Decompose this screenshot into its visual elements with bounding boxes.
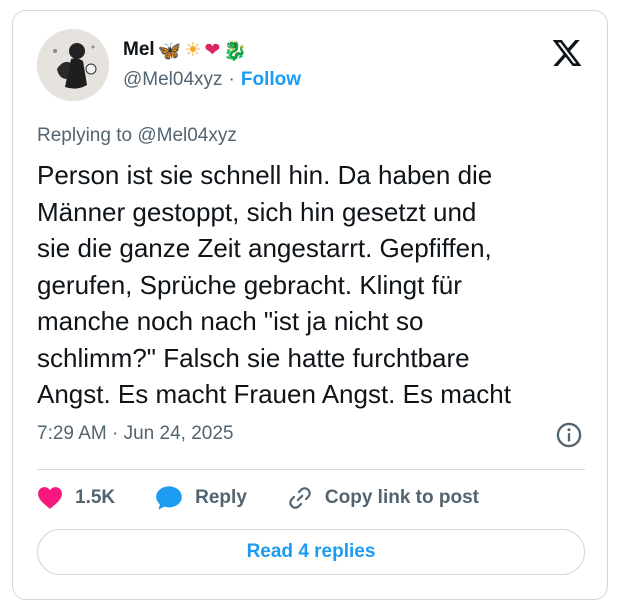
copy-link-button[interactable]: Copy link to post <box>287 485 479 511</box>
author-name-row[interactable]: Mel 🦋 ☀ ❤ 🐉 <box>123 37 247 63</box>
tweet-line: Männer gestoppt, sich hin gesetzt und <box>37 196 477 227</box>
separator-dot: · <box>228 69 235 90</box>
follow-button[interactable]: Follow <box>241 69 301 91</box>
avatar-illustration <box>37 29 109 101</box>
copy-link-label: Copy link to post <box>324 487 479 508</box>
like-button[interactable]: 1.5K <box>37 486 115 510</box>
tweet-line: Person ist sie schnell hin. Da haben die <box>37 160 493 190</box>
like-count: 1.5K <box>75 487 116 508</box>
action-bar: 1.5K Reply Copy link to post <box>37 481 519 515</box>
divider <box>37 469 585 470</box>
tweet-line: sie die ganze Zeit angestarrt. Gepfiffen… <box>37 233 492 263</box>
reply-bubble-icon <box>156 486 182 510</box>
info-icon[interactable] <box>555 421 583 449</box>
tweet-line: manche noch nach "ist ja nicht so <box>37 306 424 336</box>
heart-emoji-icon: ❤ <box>204 39 221 61</box>
reply-label: Reply <box>195 487 247 508</box>
link-icon <box>289 487 311 509</box>
dragon-icon: 🐉 <box>223 39 247 62</box>
heart-icon <box>38 487 62 509</box>
butterfly-icon: 🦋 <box>157 39 182 62</box>
timestamp[interactable]: 7:29 AM · Jun 24, 2025 <box>37 423 233 445</box>
read-replies-button[interactable]: Read 4 replies <box>37 529 585 575</box>
tweet-text: Person ist sie schnell hin. Da haben die… <box>37 157 597 413</box>
tweet-line: schlimm?" Falsch sie hatte furchtbare <box>37 342 470 373</box>
author-name[interactable]: Mel <box>123 39 155 61</box>
reply-button[interactable]: Reply <box>155 485 247 511</box>
x-logo-icon[interactable] <box>551 37 583 69</box>
tweet-line: gerufen, Sprüche gebracht. Klingt für <box>37 269 462 300</box>
avatar[interactable] <box>37 29 109 101</box>
sun-icon: ☀ <box>184 39 202 61</box>
author-handle-row: @Mel04xyz · Follow <box>123 69 301 91</box>
replying-to-label[interactable]: Replying to @Mel04xyz <box>37 125 237 147</box>
tweet-line: Angst. Es macht Frauen Angst. Es macht <box>37 379 511 409</box>
read-replies-label: Read 4 replies <box>246 541 376 562</box>
author-handle[interactable]: @Mel04xyz <box>123 69 223 91</box>
tweet-card: Mel 🦋 ☀ ❤ 🐉 @Mel04xyz · Follow Replying … <box>12 10 608 600</box>
